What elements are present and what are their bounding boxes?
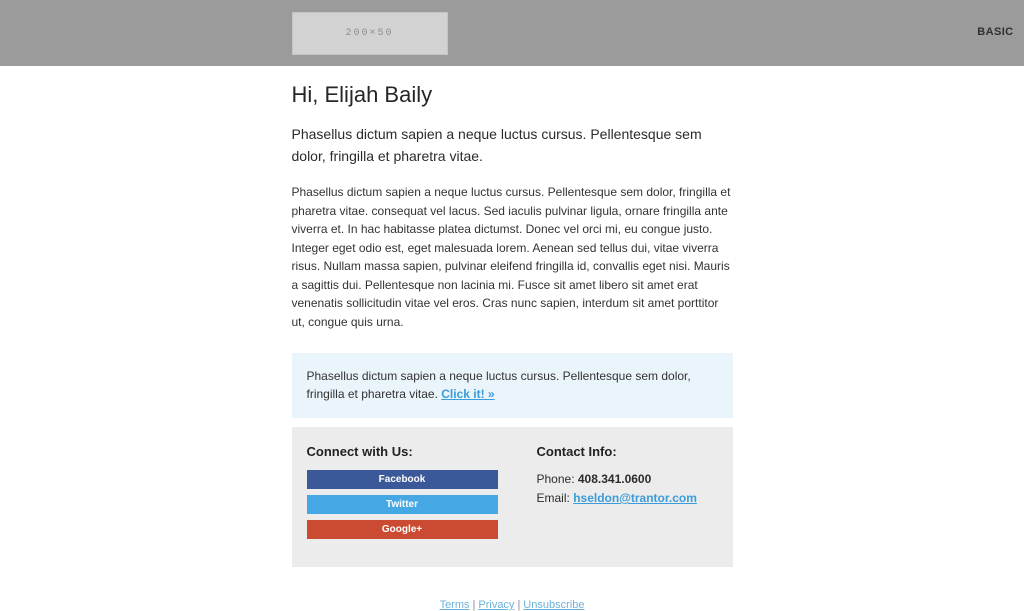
privacy-link[interactable]: Privacy bbox=[478, 599, 514, 611]
terms-link[interactable]: Terms bbox=[440, 599, 470, 611]
footer-panel: Connect with Us: Facebook Twitter Google… bbox=[291, 427, 733, 567]
callout-box: Phasellus dictum sapien a neque luctus c… bbox=[291, 353, 733, 418]
callout-link[interactable]: Click it! » bbox=[441, 387, 494, 401]
header-inner: 200×50 BASIC bbox=[291, 0, 1013, 66]
email-link[interactable]: hseldon@trantor.com bbox=[573, 491, 697, 505]
footer-separator-2: | bbox=[517, 599, 521, 611]
lead-paragraph: Phasellus dictum sapien a neque luctus c… bbox=[291, 126, 702, 164]
phone-line: Phone: 408.341.0600 bbox=[537, 470, 718, 489]
unsubscribe-link[interactable]: Unsubscribe bbox=[523, 599, 584, 611]
footer-separator-1: | bbox=[472, 599, 476, 611]
connect-title: Connect with Us: bbox=[306, 444, 413, 459]
footer-links: Terms | Privacy | Unsubscribe bbox=[292, 599, 733, 611]
phone-label: Phone: bbox=[536, 472, 578, 486]
plan-label: BASIC bbox=[977, 26, 1014, 38]
connect-column: Connect with Us: Facebook Twitter Google… bbox=[306, 441, 523, 545]
email-header-band: 200×50 BASIC bbox=[0, 0, 1024, 66]
page-title: Hi, Elijah Baily bbox=[291, 82, 433, 107]
phone-value: 408.341.0600 bbox=[577, 472, 652, 486]
body-paragraph: Phasellus dictum sapien a neque luctus c… bbox=[291, 185, 731, 329]
callout-paragraph: Phasellus dictum sapien a neque luctus c… bbox=[307, 367, 718, 403]
contact-column: Contact Info: Phone: 408.341.0600 Email:… bbox=[523, 441, 718, 545]
logo-placeholder-image[interactable]: 200×50 bbox=[291, 12, 448, 55]
facebook-button[interactable]: Facebook bbox=[306, 470, 498, 489]
email-line: Email: hseldon@trantor.com bbox=[537, 489, 718, 508]
logo-placeholder-label: 200×50 bbox=[345, 28, 394, 39]
email-content-column: Hi, Elijah Baily Phasellus dictum sapien… bbox=[291, 66, 733, 611]
contact-title: Contact Info: bbox=[536, 444, 617, 459]
callout-text: Phasellus dictum sapien a neque luctus c… bbox=[306, 369, 691, 401]
email-label: Email: bbox=[536, 491, 574, 505]
google-plus-button[interactable]: Google+ bbox=[306, 520, 498, 539]
twitter-button[interactable]: Twitter bbox=[306, 495, 498, 514]
